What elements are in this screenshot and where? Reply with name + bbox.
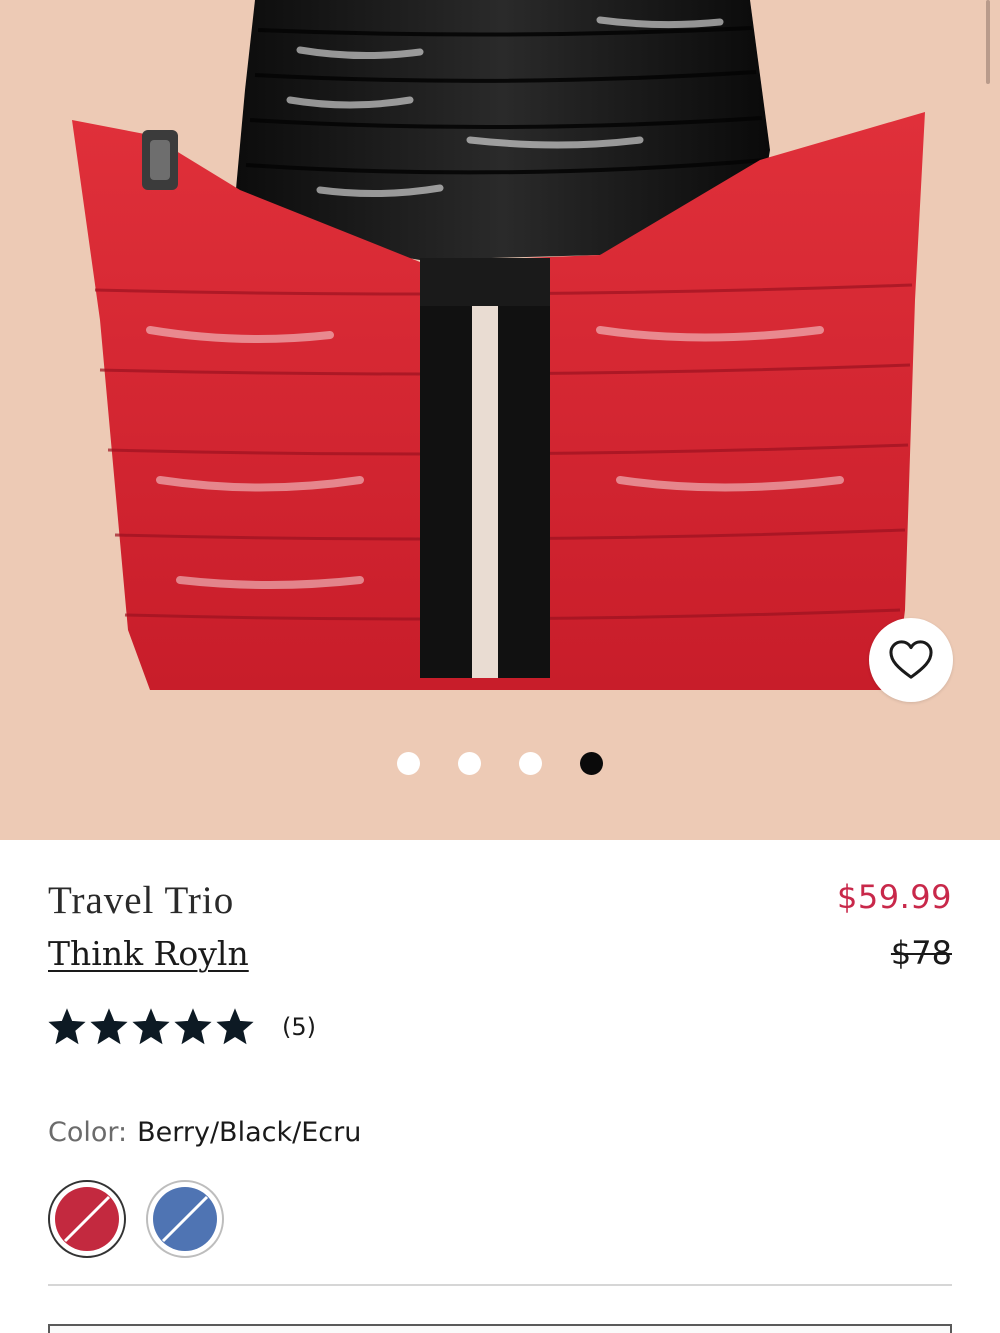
gallery-dot-3[interactable]	[519, 752, 542, 775]
color-swatch-1[interactable]	[48, 1180, 126, 1258]
color-swatch-2[interactable]	[146, 1180, 224, 1258]
review-count: (5)	[282, 1013, 316, 1041]
color-value: Berry/Black/Ecru	[137, 1117, 362, 1148]
rating-summary[interactable]: (5)	[48, 1008, 316, 1046]
divider	[48, 1284, 952, 1286]
sale-price: $59.99	[837, 878, 952, 916]
star-filled-icon	[90, 1008, 128, 1045]
product-image-gallery[interactable]	[0, 0, 1000, 840]
swatch-color-icon	[55, 1187, 119, 1251]
product-photo	[0, 0, 1000, 840]
gallery-pagination	[397, 752, 603, 775]
color-label: Color:	[48, 1117, 128, 1148]
product-title: Travel Trio	[48, 879, 235, 922]
gallery-dot-1[interactable]	[397, 752, 420, 775]
brand-link[interactable]: Think Royln	[48, 934, 249, 973]
favorite-button[interactable]	[869, 618, 953, 702]
star-rating	[48, 1008, 254, 1046]
scroll-indicator[interactable]	[986, 0, 990, 84]
star-filled-icon	[174, 1008, 212, 1045]
gallery-dot-2[interactable]	[458, 752, 481, 775]
star-filled-icon	[132, 1008, 170, 1045]
gallery-dot-4[interactable]	[580, 752, 603, 775]
original-price: $78	[890, 934, 952, 972]
heart-outline-icon	[889, 640, 933, 679]
color-swatches	[48, 1180, 224, 1258]
size-selector-box[interactable]	[48, 1324, 952, 1333]
star-filled-icon	[48, 1008, 86, 1045]
star-filled-icon	[216, 1008, 254, 1045]
swatch-color-icon	[153, 1187, 217, 1251]
color-selection: Color: Berry/Black/Ecru	[48, 1117, 361, 1148]
